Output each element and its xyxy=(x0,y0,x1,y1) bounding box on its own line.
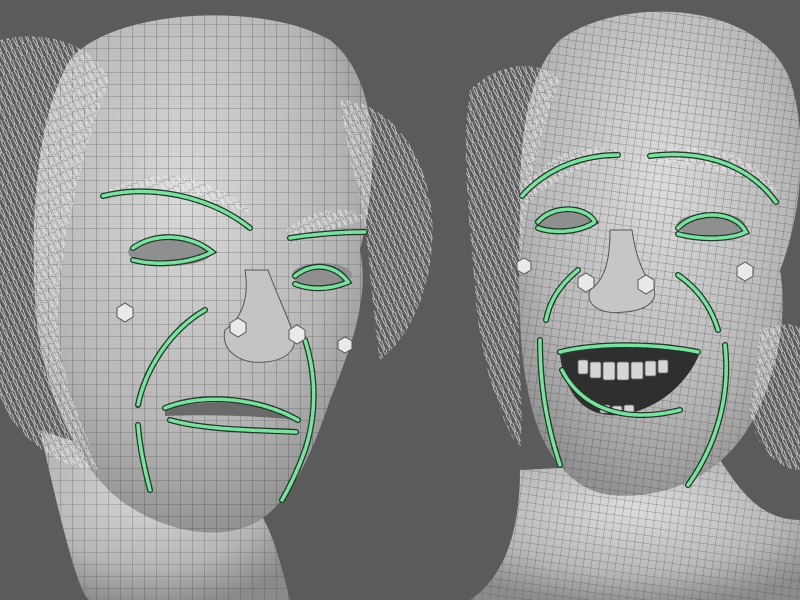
control-cube[interactable] xyxy=(516,257,532,275)
3d-viewport[interactable] xyxy=(0,0,800,600)
control-cube[interactable] xyxy=(337,336,353,354)
render-canvas xyxy=(0,0,800,600)
